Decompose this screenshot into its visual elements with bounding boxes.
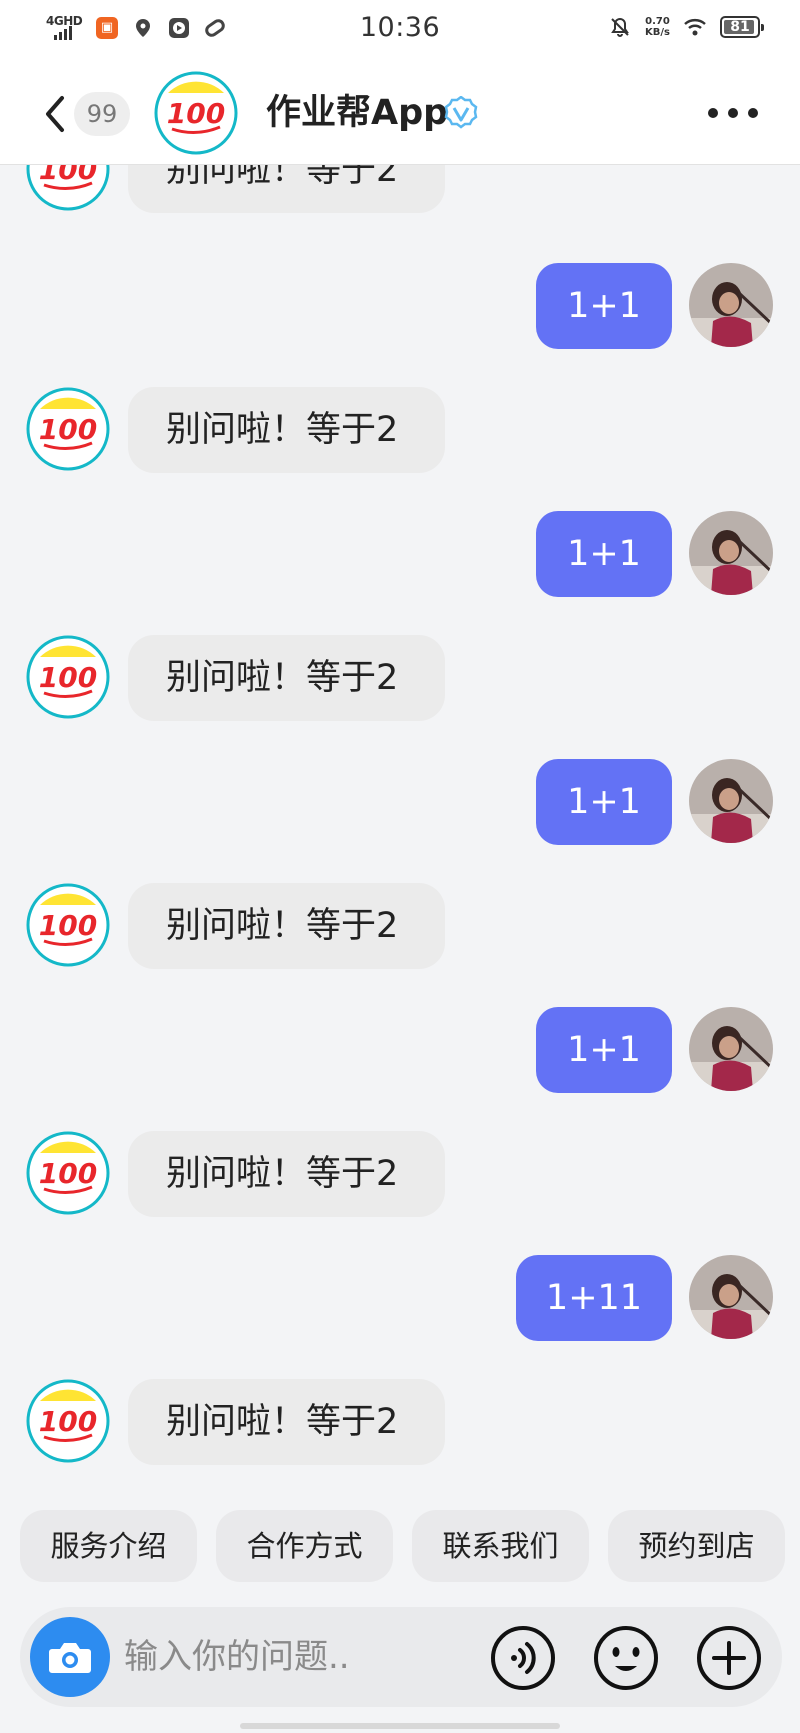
user-message-bubble[interactable]: 1+1	[536, 263, 672, 349]
wifi-icon	[684, 19, 706, 36]
status-right-icons: 0.70 KB/s 81	[609, 16, 764, 38]
bot-avatar[interactable]: 100	[26, 165, 110, 211]
bot-avatar[interactable]: 100	[26, 635, 110, 719]
message-row-user: 1+1	[0, 1007, 800, 1093]
message-row-user: 1+1	[0, 263, 800, 349]
message-row-bot: 100 别问啦！等于2	[0, 1131, 800, 1217]
user-message-bubble[interactable]: 1+11	[516, 1255, 672, 1341]
user-avatar[interactable]	[689, 1255, 773, 1339]
quick-reply-cooperation[interactable]: 合作方式	[216, 1510, 393, 1582]
quick-reply-bar: 服务介绍 合作方式 联系我们 预约到店	[20, 1510, 785, 1582]
message-row-user: 1+1	[0, 759, 800, 845]
message-input-bar	[20, 1607, 782, 1707]
message-row-bot: 100 别问啦！等于2	[0, 635, 800, 721]
bot-message-bubble[interactable]: 别问啦！等于2	[128, 1131, 445, 1217]
question-input[interactable]	[124, 1627, 484, 1687]
emoji-icon[interactable]	[593, 1625, 659, 1691]
message-row-user: 1+11	[0, 1255, 800, 1341]
quick-reply-book-visit[interactable]: 预约到店	[608, 1510, 785, 1582]
battery-level: 81	[730, 19, 750, 35]
bot-avatar[interactable]: 100	[26, 1131, 110, 1215]
user-message-bubble[interactable]: 1+1	[536, 759, 672, 845]
message-list[interactable]: 100 别问啦！等于2 1+1 100 别问啦！等于2 1+1 100 别问啦！…	[0, 165, 800, 1483]
zuoyebang-avatar[interactable]: 100	[154, 71, 238, 155]
user-message-bubble[interactable]: 1+1	[536, 1007, 672, 1093]
network-speed: 0.70 KB/s	[645, 16, 670, 38]
quick-reply-contact-us[interactable]: 联系我们	[412, 1510, 589, 1582]
bot-message-bubble[interactable]: 别问啦！等于2	[128, 165, 445, 213]
bot-message-bubble[interactable]: 别问啦！等于2	[128, 1379, 445, 1465]
message-row-bot: 100 别问啦！等于2	[0, 1379, 800, 1465]
verified-v-icon	[444, 96, 478, 129]
unread-count-badge[interactable]: 99	[74, 92, 130, 136]
chat-title: 作业帮App	[266, 93, 449, 133]
svg-text:100: 100	[39, 909, 97, 942]
more-dots-icon[interactable]	[708, 108, 758, 118]
message-row-bot: 100 别问啦！等于2	[0, 883, 800, 969]
svg-text:100: 100	[167, 97, 225, 130]
bot-avatar[interactable]: 100	[26, 387, 110, 471]
plus-icon[interactable]	[696, 1625, 762, 1691]
message-row-bot: 100 别问啦！等于2	[0, 387, 800, 473]
user-avatar[interactable]	[689, 1007, 773, 1091]
camera-icon[interactable]	[30, 1617, 110, 1697]
bot-avatar[interactable]: 100	[26, 883, 110, 967]
home-indicator[interactable]	[240, 1723, 560, 1729]
voice-icon[interactable]	[490, 1625, 556, 1691]
user-avatar[interactable]	[689, 759, 773, 843]
bot-avatar[interactable]: 100	[26, 1379, 110, 1463]
bot-message-bubble[interactable]: 别问啦！等于2	[128, 387, 445, 473]
mute-bell-icon	[611, 17, 629, 37]
bot-message-bubble[interactable]: 别问啦！等于2	[128, 883, 445, 969]
bot-message-bubble[interactable]: 别问啦！等于2	[128, 635, 445, 721]
message-row-user: 1+1	[0, 511, 800, 597]
svg-text:100: 100	[39, 413, 97, 446]
status-bar: 4GHD ▣ 10:36 0.70 KB/s 81	[0, 0, 800, 62]
svg-text:100: 100	[39, 1405, 97, 1438]
svg-text:100: 100	[39, 661, 97, 694]
chat-header: 99 100 作业帮App	[0, 62, 800, 165]
user-message-bubble[interactable]: 1+1	[536, 511, 672, 597]
user-avatar[interactable]	[689, 263, 773, 347]
message-row-bot: 100 别问啦！等于2	[0, 165, 800, 213]
chevron-left-icon[interactable]	[40, 92, 70, 136]
user-avatar[interactable]	[689, 511, 773, 595]
quick-reply-service-intro[interactable]: 服务介绍	[20, 1510, 197, 1582]
svg-text:100: 100	[39, 1157, 97, 1190]
battery-icon: 81	[720, 16, 764, 38]
